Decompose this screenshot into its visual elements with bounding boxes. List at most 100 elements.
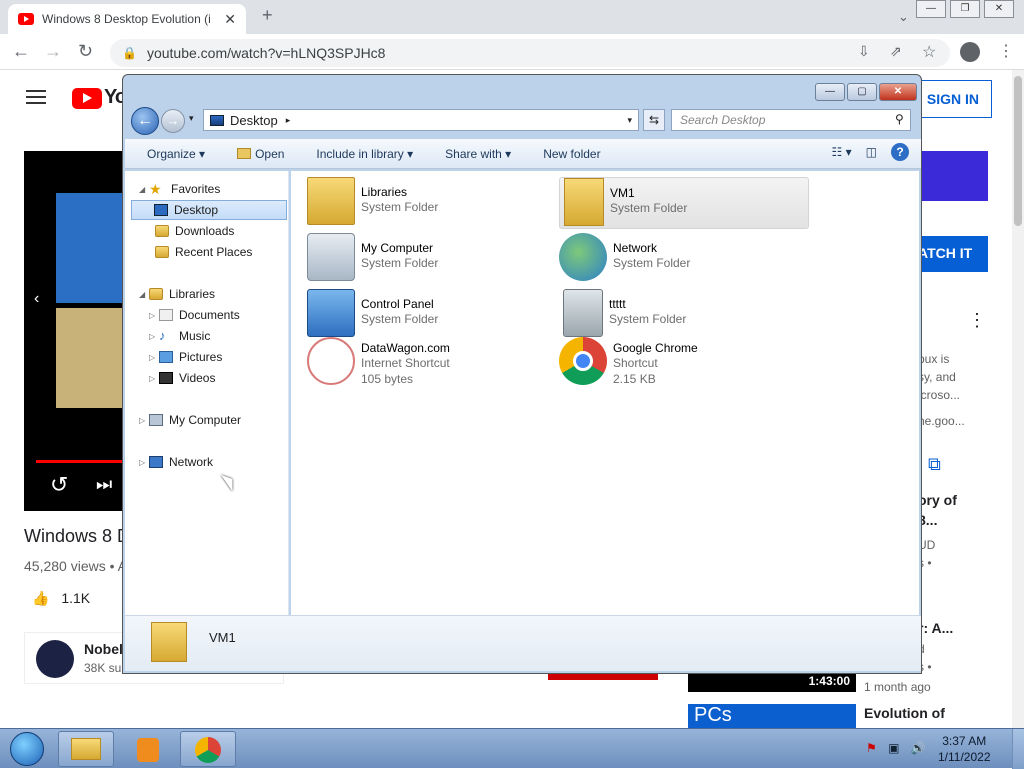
bookmark-star-icon[interactable]: ☆	[922, 42, 936, 62]
explorer-minimize-icon[interactable]: —	[815, 83, 845, 101]
item-libraries[interactable]: Libraries System Folder	[307, 177, 557, 229]
expand-arrow-icon[interactable]: ▷	[139, 458, 149, 467]
help-icon[interactable]: ?	[891, 143, 909, 161]
new-folder-button[interactable]: New folder	[543, 147, 600, 161]
nav-favorites[interactable]: ◢ ★ Favorites	[139, 179, 220, 199]
recommended-title[interactable]: Evolution of	[864, 705, 945, 721]
music-icon: ♪	[159, 328, 166, 343]
recent-pages-chevron-icon[interactable]: ▾	[189, 113, 194, 124]
internet-shortcut-icon	[307, 337, 355, 385]
profile-avatar-icon[interactable]	[960, 42, 980, 62]
restore-icon[interactable]: ❐	[950, 0, 980, 18]
nav-desktop[interactable]: Desktop	[131, 200, 287, 220]
close-icon[interactable]: ✕	[984, 0, 1014, 18]
refresh-icon[interactable]: ⇆	[643, 109, 665, 131]
explorer-titlebar[interactable]: — ▢ ✕	[123, 75, 921, 107]
youtube-logo-icon[interactable]	[72, 88, 102, 109]
pictures-icon	[159, 351, 173, 363]
expand-arrow-icon[interactable]: ▷	[149, 374, 159, 383]
new-tab-button[interactable]: +	[262, 5, 273, 26]
explorer-address-bar[interactable]: Desktop ▸ ▾	[203, 109, 639, 131]
preview-pane-icon[interactable]: ◫	[866, 145, 877, 159]
replay-icon[interactable]: ↺	[50, 472, 68, 498]
item-type: System Folder	[609, 312, 687, 326]
expand-arrow-icon[interactable]: ▷	[149, 311, 159, 320]
nav-pictures[interactable]: ▷ Pictures	[149, 347, 222, 367]
explorer-nav-row: ← → ▾ Desktop ▸ ▾ ⇆ Search Desktop ⚲	[131, 107, 915, 135]
side-text-2: bux is	[918, 352, 950, 366]
explorer-back-icon[interactable]: ←	[131, 107, 159, 135]
tab-search-icon[interactable]: ⌄	[898, 9, 909, 25]
subscribe-button[interactable]	[548, 674, 658, 680]
video-progress-bar[interactable]	[36, 460, 126, 463]
expand-arrow-icon[interactable]: ▷	[149, 353, 159, 362]
item-network[interactable]: Network System Folder	[559, 233, 809, 285]
address-bar[interactable]: 🔒 youtube.com/watch?v=hLNQ3SPJHc8	[110, 39, 950, 67]
views-icon[interactable]: ☷ ▾	[832, 145, 852, 159]
address-dropdown-icon[interactable]: ▾	[627, 115, 632, 126]
page-scrollbar[interactable]	[1012, 70, 1024, 728]
expand-arrow-icon[interactable]: ▷	[149, 332, 159, 341]
nav-music[interactable]: ▷ ♪ Music	[149, 326, 210, 346]
explorer-maximize-icon[interactable]: ▢	[847, 83, 877, 101]
item-control-panel[interactable]: Control Panel System Folder	[307, 289, 557, 341]
channel-avatar[interactable]	[36, 640, 74, 678]
chevron-left-icon[interactable]: ‹	[34, 290, 39, 308]
nav-recent-places[interactable]: Recent Places	[155, 242, 252, 262]
nav-documents-label: Documents	[179, 308, 240, 322]
taskbar-clock[interactable]: 3:37 AM 1/11/2022	[938, 733, 991, 765]
share-icon[interactable]: ⇗	[890, 43, 902, 60]
channel-name[interactable]: Nobel	[84, 641, 123, 657]
item-my-computer[interactable]: My Computer System Folder	[307, 233, 557, 285]
include-in-library-button[interactable]: Include in library ▾	[316, 147, 413, 161]
taskbar-media-player-button[interactable]	[120, 731, 176, 767]
tray-flag-icon[interactable]: ⚑	[866, 741, 877, 755]
breadcrumb-arrow-icon[interactable]: ▸	[286, 115, 291, 126]
search-icon[interactable]: ⚲	[895, 112, 904, 126]
back-arrow-icon[interactable]: ←	[12, 41, 30, 62]
clock-time: 3:37 AM	[942, 734, 987, 748]
external-link-icon[interactable]: ⧉	[928, 454, 941, 475]
taskbar-explorer-button[interactable]	[58, 731, 114, 767]
more-options-icon[interactable]: ⋮	[968, 310, 986, 331]
forward-arrow-icon[interactable]: →	[44, 41, 62, 62]
nav-videos[interactable]: ▷ Videos	[149, 368, 215, 388]
tray-network-icon[interactable]: ▣	[888, 741, 899, 755]
hamburger-menu-icon[interactable]	[26, 90, 46, 104]
expand-arrow-icon[interactable]: ▷	[139, 416, 149, 425]
show-desktop-button[interactable]	[1012, 729, 1024, 769]
minimize-icon[interactable]: —	[916, 0, 946, 18]
item-type: System Folder	[361, 200, 439, 214]
explorer-forward-icon[interactable]: →	[161, 109, 185, 133]
next-icon[interactable]: ⏭	[96, 474, 112, 495]
organize-button[interactable]: Organize ▾	[147, 147, 205, 161]
nav-my-computer[interactable]: ▷ My Computer	[139, 410, 241, 430]
nav-network[interactable]: ▷ Network	[139, 452, 213, 472]
sign-in-button[interactable]: SIGN IN	[920, 80, 992, 118]
nav-libraries[interactable]: ◢ Libraries	[139, 284, 215, 304]
like-button[interactable]: 👍 1.1K	[32, 590, 90, 607]
explorer-close-icon[interactable]: ✕	[879, 83, 917, 101]
item-google-chrome[interactable]: Google Chrome Shortcut 2.15 KB	[559, 337, 809, 395]
reload-icon[interactable]: ↻	[78, 41, 93, 62]
menu-dots-icon[interactable]: ⋮	[998, 41, 1014, 61]
open-button[interactable]: Open	[237, 147, 284, 161]
item-datawagon[interactable]: DataWagon.com Internet Shortcut 105 bytes	[307, 337, 557, 395]
tray-volume-icon[interactable]: 🔊	[911, 741, 926, 755]
item-ttttt[interactable]: ttttt System Folder	[559, 289, 809, 341]
item-vm1[interactable]: VM1 System Folder	[559, 177, 809, 229]
scrollbar-thumb[interactable]	[1014, 76, 1022, 226]
expand-arrow-icon[interactable]: ◢	[139, 185, 149, 194]
tab-youtube[interactable]: Windows 8 Desktop Evolution (i ✕	[8, 4, 246, 34]
nav-downloads[interactable]: Downloads	[155, 221, 234, 241]
nav-documents[interactable]: ▷ Documents	[149, 305, 240, 325]
taskbar-chrome-button[interactable]	[180, 731, 236, 767]
start-button-icon[interactable]	[10, 732, 44, 766]
watch-it-button[interactable]: ATCH IT	[912, 236, 988, 272]
tab-close-icon[interactable]: ✕	[224, 11, 236, 28]
expand-arrow-icon[interactable]: ◢	[139, 290, 149, 299]
share-with-button[interactable]: Share with ▾	[445, 147, 511, 161]
install-icon[interactable]: ⇩	[858, 43, 870, 60]
explorer-search-input[interactable]: Search Desktop	[671, 109, 911, 131]
ad-banner[interactable]	[912, 151, 988, 201]
